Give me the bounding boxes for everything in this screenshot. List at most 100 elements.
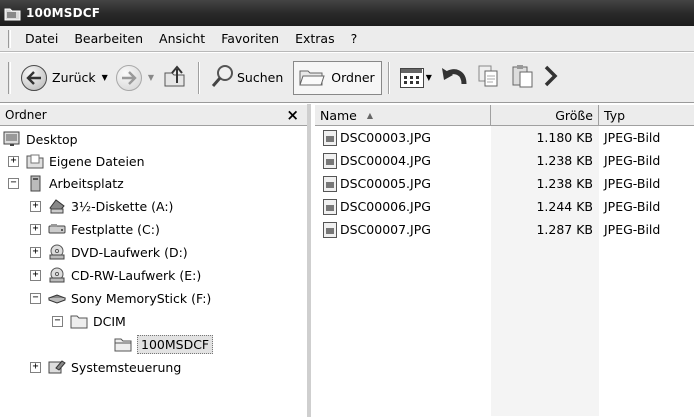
- undo-button[interactable]: [436, 61, 472, 95]
- search-label: Suchen: [236, 70, 284, 85]
- search-icon: [210, 63, 236, 92]
- dvd-drive-icon: [48, 244, 66, 260]
- tree-item-cd-drive[interactable]: + CD-RW-Laufwerk (E:): [30, 264, 201, 286]
- tree-item-100msdcf[interactable]: 100MSDCF: [114, 333, 214, 355]
- search-button[interactable]: Suchen: [206, 61, 287, 95]
- jpeg-file-icon: [323, 129, 337, 146]
- file-size: 1.238 KB: [536, 153, 593, 168]
- folder-tree: Desktop + Eigene Dateien − Arbeitsplatz …: [0, 126, 307, 375]
- chevron-right-icon: [544, 63, 558, 92]
- expand-button[interactable]: +: [30, 223, 41, 235]
- column-header-label: Typ: [604, 108, 626, 123]
- my-documents-icon: [26, 153, 44, 169]
- toolbar-grip[interactable]: [8, 61, 11, 94]
- menu-favoriten[interactable]: Favoriten: [213, 31, 287, 46]
- folders-icon: [298, 64, 326, 91]
- paste-button[interactable]: [506, 61, 540, 95]
- copy-button[interactable]: [472, 61, 506, 95]
- file-type: JPEG-Bild: [604, 153, 661, 168]
- tree-item-label: 3½-Diskette (A:): [71, 198, 174, 214]
- column-header-name[interactable]: Name ▲: [315, 105, 491, 126]
- tree-item-my-documents[interactable]: + Eigene Dateien: [8, 150, 145, 172]
- views-dropdown-icon[interactable]: ▼: [426, 73, 432, 82]
- control-panel-icon: [48, 359, 66, 375]
- hard-drive-icon: [48, 221, 66, 237]
- file-type: JPEG-Bild: [604, 199, 661, 214]
- collapse-button[interactable]: −: [52, 315, 63, 327]
- title-bar[interactable]: 100MSDCF: [0, 0, 694, 26]
- collapse-button[interactable]: −: [30, 292, 41, 304]
- memory-stick-icon: [47, 290, 67, 306]
- desktop-icon: [3, 131, 21, 147]
- window-title: 100MSDCF: [26, 6, 101, 20]
- tree-item-label: DVD-Laufwerk (D:): [71, 244, 188, 260]
- menu-datei[interactable]: Datei: [17, 31, 66, 46]
- up-button[interactable]: [158, 61, 192, 95]
- file-row[interactable]: DSC00007.JPG 1.287 KB JPEG-Bild: [315, 218, 694, 241]
- file-type: JPEG-Bild: [604, 176, 661, 191]
- column-header-size[interactable]: Größe: [491, 105, 599, 126]
- menu-help[interactable]: ?: [343, 31, 366, 46]
- tree-item-dcim[interactable]: − DCIM: [52, 310, 126, 332]
- more-button[interactable]: [540, 61, 562, 95]
- tree-item-control-panel[interactable]: + Systemsteuerung: [30, 356, 181, 378]
- file-row[interactable]: DSC00006.JPG 1.244 KB JPEG-Bild: [315, 195, 694, 218]
- expand-button[interactable]: +: [8, 155, 19, 167]
- forward-button[interactable]: ▼: [112, 61, 158, 95]
- expand-button[interactable]: +: [30, 269, 41, 281]
- tree-item-label: DCIM: [93, 313, 126, 329]
- jpeg-file-icon: [323, 152, 337, 169]
- file-row[interactable]: DSC00003.JPG 1.180 KB JPEG-Bild: [315, 126, 694, 149]
- file-name: DSC00006.JPG: [340, 199, 431, 214]
- file-name: DSC00004.JPG: [340, 153, 431, 168]
- menu-bearbeiten[interactable]: Bearbeiten: [66, 31, 151, 46]
- undo-icon: [440, 64, 468, 91]
- folders-button[interactable]: Ordner: [293, 60, 382, 95]
- tree-item-label: Systemsteuerung: [71, 359, 182, 375]
- folder-icon: [4, 6, 22, 21]
- jpeg-file-icon: [323, 198, 337, 215]
- column-header-type[interactable]: Typ: [599, 105, 694, 126]
- file-size: 1.238 KB: [536, 176, 593, 191]
- tree-item-floppy[interactable]: + 3½-Diskette (A:): [30, 195, 173, 217]
- folder-open-icon: [70, 313, 88, 329]
- back-button[interactable]: Zurück ▼: [17, 61, 112, 95]
- expand-button[interactable]: +: [30, 361, 41, 373]
- file-list-pane: Name ▲ Größe Typ DSC00003.JPG 1.180 KB J…: [315, 104, 694, 417]
- tree-item-dvd-drive[interactable]: + DVD-Laufwerk (D:): [30, 241, 188, 263]
- back-label: Zurück: [52, 70, 96, 85]
- toolbar-separator: [387, 61, 390, 94]
- tree-item-my-computer[interactable]: − Arbeitsplatz: [8, 172, 124, 194]
- folder-icon: [114, 336, 132, 352]
- cd-drive-icon: [48, 267, 66, 283]
- file-size: 1.244 KB: [536, 199, 593, 214]
- folders-pane-title: Ordner: [5, 108, 47, 122]
- tree-item-label: CD-RW-Laufwerk (E:): [71, 267, 202, 283]
- file-row[interactable]: DSC00004.JPG 1.238 KB JPEG-Bild: [315, 149, 694, 172]
- jpeg-file-icon: [323, 175, 337, 192]
- tree-item-label: Desktop: [26, 131, 78, 147]
- expand-button[interactable]: +: [30, 246, 41, 258]
- tree-item-label: Arbeitsplatz: [49, 175, 124, 191]
- back-dropdown-icon[interactable]: ▼: [102, 73, 108, 82]
- floppy-drive-icon: [48, 198, 66, 214]
- menu-extras[interactable]: Extras: [287, 31, 343, 46]
- views-button[interactable]: ▼: [396, 61, 436, 95]
- tree-item-desktop[interactable]: Desktop: [3, 128, 78, 150]
- file-list: DSC00003.JPG 1.180 KB JPEG-Bild DSC00004…: [315, 126, 694, 416]
- column-header-label: Größe: [555, 108, 593, 123]
- file-size: 1.287 KB: [536, 222, 593, 237]
- expand-button[interactable]: +: [30, 200, 41, 212]
- tree-item-label: 100MSDCF: [137, 334, 214, 354]
- copy-icon: [476, 63, 502, 92]
- file-row[interactable]: DSC00005.JPG 1.238 KB JPEG-Bild: [315, 172, 694, 195]
- forward-dropdown-icon[interactable]: ▼: [148, 73, 154, 82]
- jpeg-file-icon: [323, 221, 337, 238]
- file-name: DSC00005.JPG: [340, 176, 431, 191]
- tree-item-memory-stick[interactable]: − Sony MemoryStick (F:): [30, 287, 211, 309]
- tree-item-hard-drive[interactable]: + Festplatte (C:): [30, 218, 160, 240]
- menu-grip[interactable]: [8, 29, 11, 48]
- collapse-button[interactable]: −: [8, 177, 19, 189]
- menu-ansicht[interactable]: Ansicht: [151, 31, 213, 46]
- close-pane-button[interactable]: ×: [286, 106, 299, 124]
